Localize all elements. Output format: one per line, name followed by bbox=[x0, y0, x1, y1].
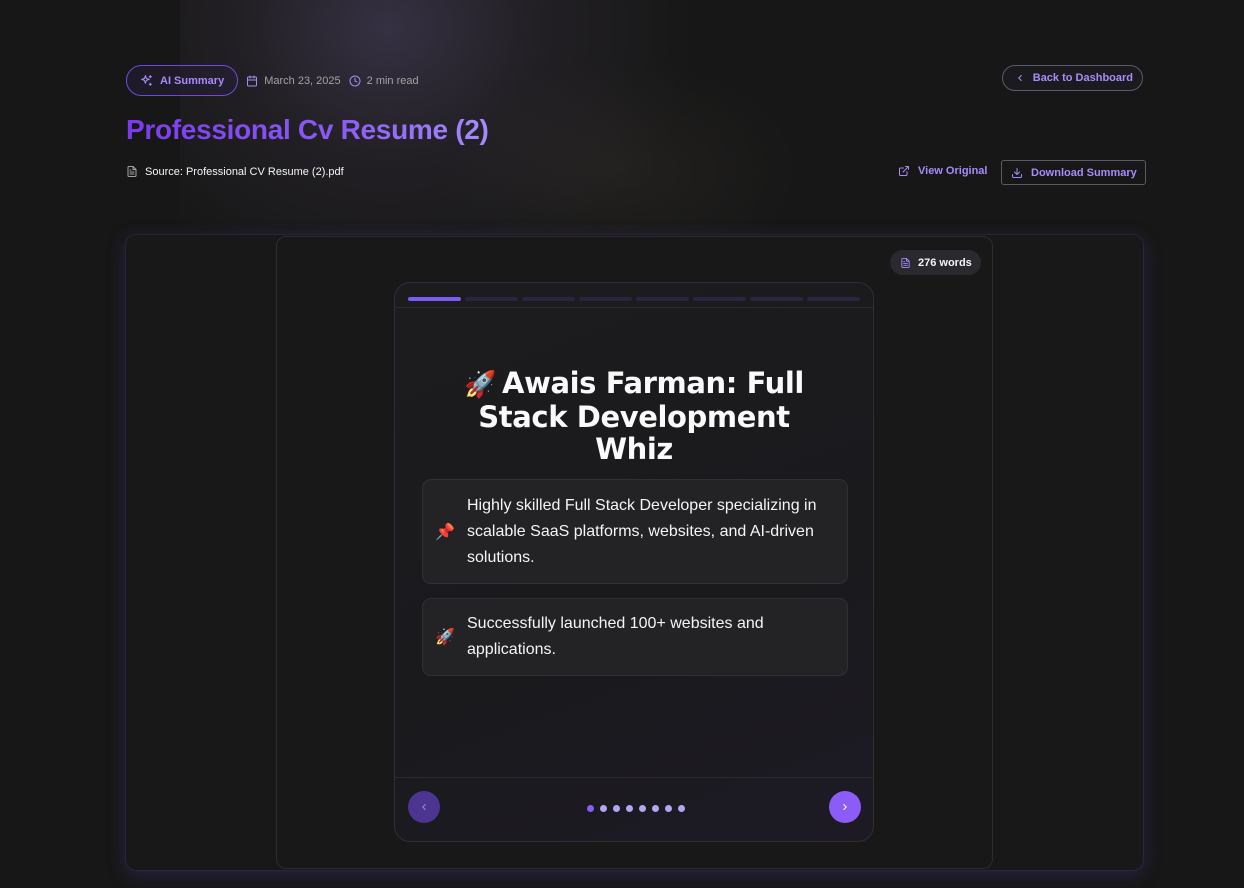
external-link-icon bbox=[898, 165, 910, 177]
slide-dots bbox=[587, 805, 685, 812]
word-count-badge: 276 words bbox=[890, 250, 981, 275]
progress-segment bbox=[693, 297, 746, 301]
chevron-right-icon bbox=[840, 802, 850, 812]
slide-dot[interactable] bbox=[665, 805, 672, 812]
chevron-left-icon bbox=[1015, 73, 1025, 83]
card-footer-divider bbox=[395, 777, 873, 778]
summary-point: 🚀 Successfully launched 100+ websites an… bbox=[422, 598, 848, 676]
chevron-left-icon bbox=[419, 802, 429, 812]
meta-row: AI Summary March 23, 2025 2 min read bbox=[126, 65, 419, 96]
slide-heading-text: Awais Farman: Full Stack Development Whi… bbox=[478, 366, 804, 466]
back-to-dashboard-label: Back to Dashboard bbox=[1032, 72, 1133, 84]
file-text-icon bbox=[126, 165, 138, 178]
progress-segment bbox=[522, 297, 575, 301]
summary-page: AI Summary March 23, 2025 2 min read Bac… bbox=[0, 0, 1244, 888]
progress-segment bbox=[408, 297, 461, 301]
read-time-text: 2 min read bbox=[366, 74, 419, 87]
date-meta: March 23, 2025 bbox=[246, 74, 341, 87]
calendar-icon bbox=[246, 75, 258, 87]
date-text: March 23, 2025 bbox=[264, 74, 341, 87]
slide-dot[interactable] bbox=[587, 805, 594, 812]
slide-dot[interactable] bbox=[626, 805, 633, 812]
clock-icon bbox=[349, 75, 361, 87]
summary-slide-card: 🚀 Awais Farman: Full Stack Development Wh… bbox=[394, 282, 874, 842]
ai-summary-badge: AI Summary bbox=[126, 65, 239, 96]
page-title: Professional Cv Resume (2) bbox=[126, 114, 489, 145]
back-to-dashboard-button[interactable]: Back to Dashboard bbox=[1001, 65, 1143, 91]
ai-summary-badge-label: AI Summary bbox=[160, 74, 225, 87]
download-summary-button[interactable]: Download Summary bbox=[1001, 160, 1146, 185]
card-header-divider bbox=[395, 307, 873, 308]
slide-dot[interactable] bbox=[652, 805, 659, 812]
slide-dot[interactable] bbox=[600, 805, 607, 812]
view-original-label: View Original bbox=[918, 165, 988, 177]
sparkles-icon bbox=[140, 74, 153, 87]
progress-segment bbox=[750, 297, 803, 301]
slide-dot[interactable] bbox=[613, 805, 620, 812]
source-file: Source: Professional CV Resume (2).pdf bbox=[126, 165, 344, 178]
rocket-icon: 🚀 bbox=[464, 370, 497, 400]
slide-progress-bar bbox=[408, 297, 860, 301]
previous-slide-button[interactable] bbox=[408, 791, 440, 823]
summary-point-text: Highly skilled Full Stack Developer spec… bbox=[467, 496, 817, 566]
file-text-icon bbox=[900, 257, 911, 269]
view-original-link[interactable]: View Original bbox=[898, 165, 988, 177]
download-summary-label: Download Summary bbox=[1031, 166, 1137, 179]
progress-segment bbox=[465, 297, 518, 301]
rocket-icon: 🚀 bbox=[435, 629, 455, 646]
read-time-meta: 2 min read bbox=[349, 75, 419, 87]
next-slide-button[interactable] bbox=[829, 791, 861, 823]
slide-dot[interactable] bbox=[639, 805, 646, 812]
slide-heading: 🚀 Awais Farman: Full Stack Development Wh… bbox=[435, 367, 833, 465]
word-count-label: 276 words bbox=[918, 256, 972, 269]
pushpin-icon: 📌 bbox=[435, 523, 455, 541]
slide-dot[interactable] bbox=[678, 805, 685, 812]
progress-segment bbox=[807, 297, 860, 301]
source-file-label: Source: Professional CV Resume (2).pdf bbox=[145, 165, 344, 178]
download-icon bbox=[1011, 167, 1023, 179]
summary-point-text: Successfully launched 100+ websites and … bbox=[467, 615, 764, 658]
progress-segment bbox=[579, 297, 632, 301]
summary-point: 📌 Highly skilled Full Stack Developer sp… bbox=[422, 479, 848, 584]
progress-segment bbox=[636, 297, 689, 301]
